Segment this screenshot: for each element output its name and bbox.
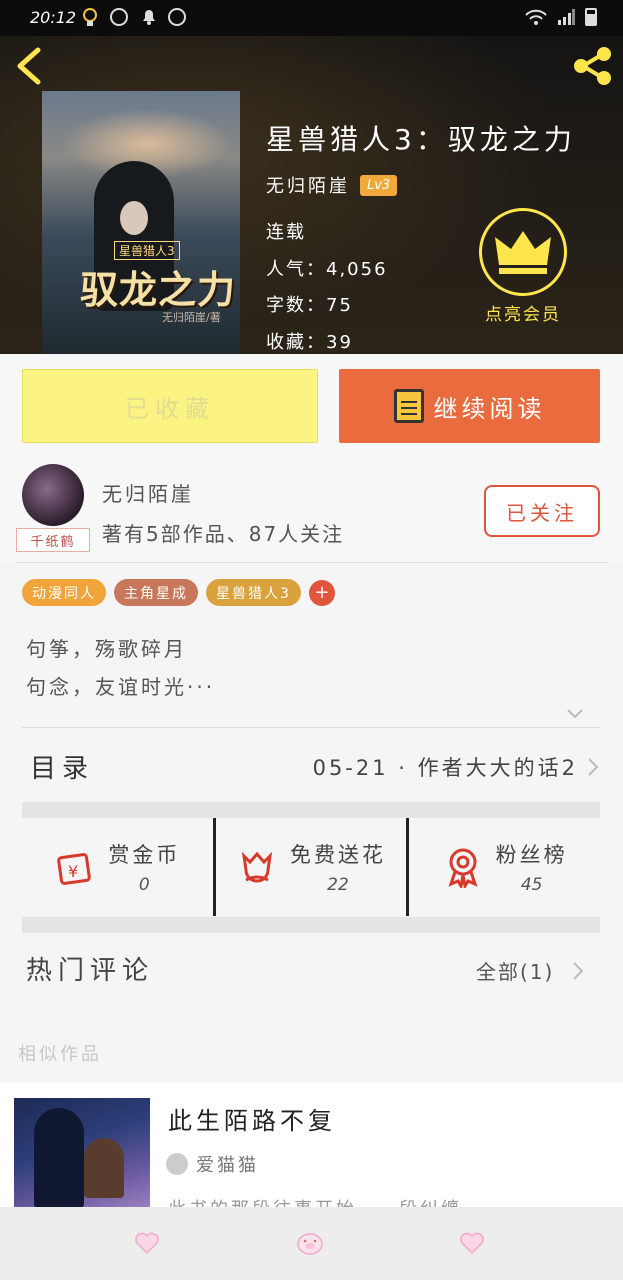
status-indicators — [525, 8, 597, 26]
stat-label: 粉丝榜 — [495, 843, 568, 867]
book-icon — [393, 389, 424, 423]
reward-coin-stat[interactable]: ¥ 赏金币 0 — [22, 818, 213, 916]
flower-icon — [241, 851, 273, 883]
similar-book-author: 爱猫猫 — [196, 1155, 259, 1176]
follow-button[interactable]: 已关注 — [484, 485, 600, 537]
reward-coin-icon: ¥ — [57, 853, 92, 885]
cover-figure — [34, 1108, 84, 1208]
cover-face — [120, 201, 148, 235]
collected-label: 已收藏 — [125, 394, 215, 423]
table-of-contents-row[interactable]: 目录 05-21 · 作者大大的话2 — [22, 744, 600, 790]
tag-list: 动漫同人 主角星成 星兽猎人3 + — [22, 579, 335, 606]
similar-works-heading: 相似作品 — [18, 1044, 102, 1065]
avatar — [166, 1153, 188, 1175]
free-flower-stat[interactable]: 免费送花 22 — [212, 818, 407, 916]
chevron-down-icon[interactable] — [566, 704, 584, 722]
vip-button[interactable]: 点亮会员 — [474, 208, 572, 325]
book-state: 连载 — [266, 222, 306, 243]
divider — [16, 562, 607, 563]
svg-text:¥: ¥ — [68, 862, 78, 881]
follow-label: 已关注 — [506, 500, 578, 525]
continue-reading-label: 继续阅读 — [433, 394, 546, 423]
author-stats: 著有5部作品、87人关注 — [102, 522, 345, 546]
author-name[interactable]: 无归陌崖 — [102, 478, 194, 507]
k-app-icon — [110, 8, 128, 26]
tag-item[interactable]: 动漫同人 — [22, 579, 106, 606]
cover-series: 星兽猎人3 — [114, 241, 180, 260]
stat-label: 赏金币 — [108, 843, 181, 867]
latest-chapter: 05-21 · 作者大大的话2 — [312, 756, 578, 780]
crown-icon — [495, 231, 551, 274]
book-words: 字数：75 — [266, 295, 353, 316]
heart-icon[interactable] — [134, 1231, 160, 1255]
stat-value: 0 — [138, 875, 150, 895]
similar-book-cover — [14, 1098, 150, 1213]
sync-app-icon — [168, 8, 186, 26]
fan-ranking-stat[interactable]: 粉丝榜 45 — [406, 818, 600, 916]
divider — [22, 727, 600, 728]
add-tag-button[interactable]: + — [308, 579, 335, 606]
stat-label: 免费送花 — [290, 843, 386, 867]
stat-value: 45 — [520, 875, 543, 895]
battery-icon — [585, 8, 597, 26]
status-time: 20:12 — [30, 8, 77, 27]
level-badge: Lv3 — [360, 174, 398, 196]
signal-icon — [558, 9, 575, 25]
continue-reading-button[interactable]: 继续阅读 — [339, 369, 600, 443]
tag-item[interactable]: 星兽猎人3 — [206, 579, 301, 606]
support-stats: ¥ 赏金币 0 免费送花 22 粉丝榜 45 — [22, 818, 600, 916]
book-author-row: 无归陌崖 Lv3 — [266, 172, 398, 198]
cover-author: 无归陌崖/著 — [162, 311, 221, 324]
tag-item[interactable]: 主角星成 — [114, 579, 198, 606]
back-button[interactable] — [14, 46, 44, 86]
book-favorites: 收藏：39 — [266, 332, 353, 353]
chevron-right-icon[interactable] — [571, 960, 585, 982]
pig-icon[interactable] — [296, 1231, 324, 1255]
similar-book-author-row: 爱猫猫 — [166, 1151, 259, 1177]
book-header: 20:12 星兽猎人3 驭龙之力 无归陌崖/著 星兽猎人3：驭龙之力 无归陌崖 … — [0, 0, 623, 354]
hot-comments-title: 热门评论 — [26, 956, 155, 986]
chevron-right-icon — [588, 758, 599, 776]
book-popularity: 人气：4,056 — [266, 259, 388, 280]
intro-line: 句念，友谊时光··· — [26, 675, 216, 699]
collected-button[interactable]: 已收藏 — [22, 369, 318, 443]
intro-line: 句筝，殇歌碎月 — [26, 637, 187, 661]
book-title: 星兽猎人3：驭龙之力 — [266, 123, 576, 156]
share-button[interactable] — [571, 46, 613, 86]
section-separator — [22, 802, 600, 818]
similar-book-title: 此生陌路不复 — [168, 1107, 336, 1135]
wifi-icon — [525, 9, 547, 25]
avatar-tag: 千纸鹤 — [16, 528, 90, 552]
heart-icon[interactable] — [459, 1231, 485, 1255]
book-cover[interactable]: 星兽猎人3 驭龙之力 无归陌崖/著 — [42, 91, 240, 354]
stat-value: 22 — [327, 875, 349, 895]
all-comments-link[interactable]: 全部(1) — [476, 956, 554, 985]
book-author[interactable]: 无归陌崖 — [266, 172, 350, 198]
action-bar: 已收藏 继续阅读 — [0, 354, 623, 458]
bottom-reaction-bar — [0, 1207, 623, 1280]
cover-figure — [84, 1138, 124, 1198]
bulb-icon — [83, 8, 97, 26]
cover-title: 驭龙之力 — [80, 267, 237, 312]
status-bar: 20:12 — [0, 0, 623, 36]
section-separator — [22, 917, 600, 933]
vip-circle — [479, 208, 567, 296]
toc-label: 目录 — [30, 754, 95, 784]
similar-book-card[interactable]: 此生陌路不复 爱猫猫 此书的那段往事开始，一段纠缠 — [0, 1083, 623, 1213]
vip-label: 点亮会员 — [485, 305, 561, 325]
author-card: 千纸鹤 无归陌崖 著有5部作品、87人关注 已关注 — [0, 458, 623, 564]
medal-icon — [448, 848, 478, 888]
bell-icon — [143, 10, 155, 25]
book-intro[interactable]: 句筝，殇歌碎月 句念，友谊时光··· — [26, 630, 215, 706]
author-avatar[interactable] — [22, 464, 84, 526]
